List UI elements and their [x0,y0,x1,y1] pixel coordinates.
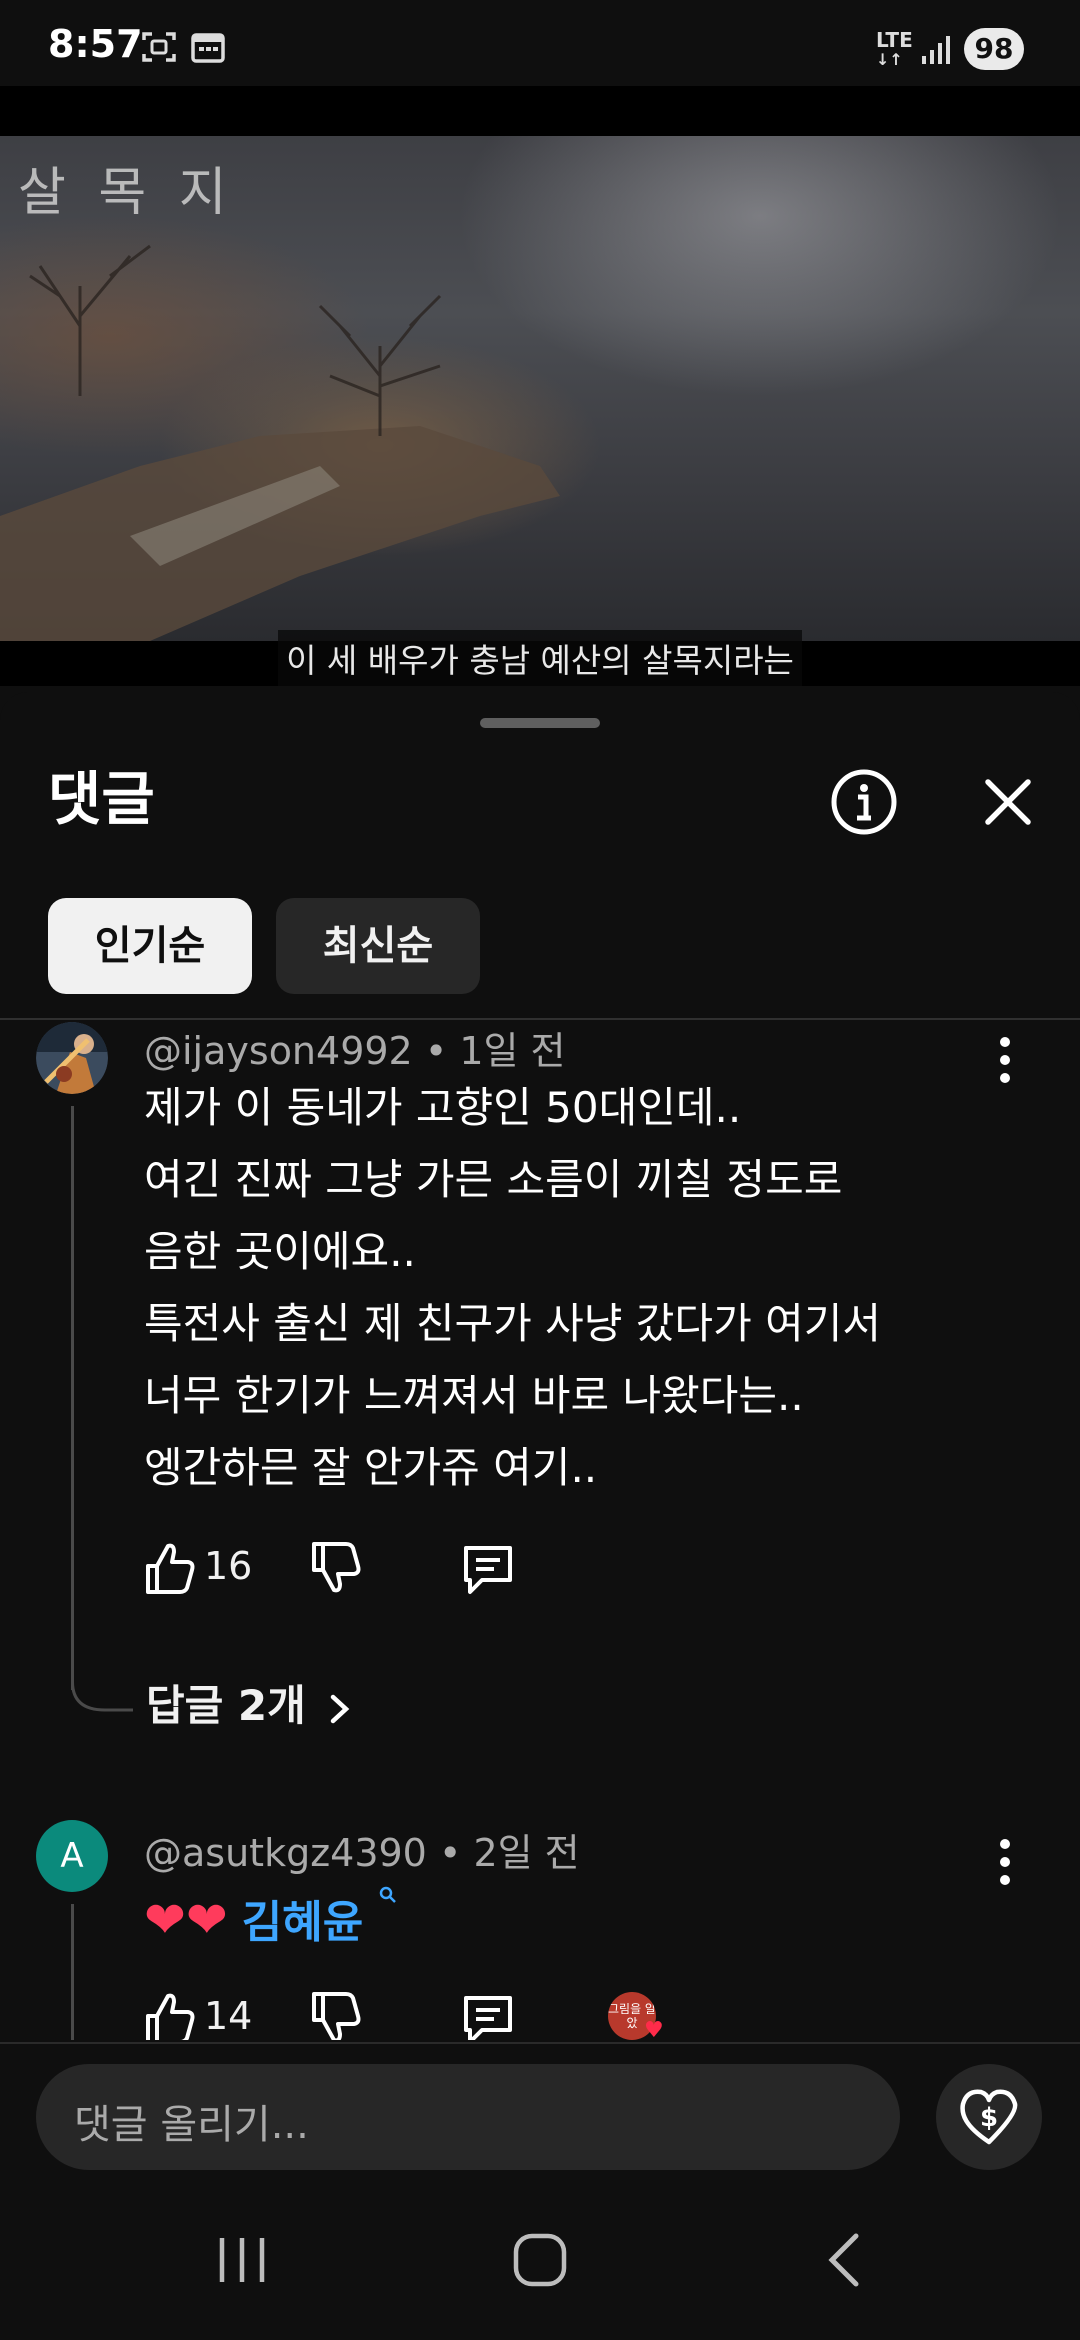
sort-chip-newest[interactable]: 최신순 [276,898,480,994]
like-count: 16 [204,1544,253,1588]
video-frame[interactable]: 살 목 지 이 세 배우가 충남 예산의 살목지라는 [0,136,1080,686]
reply-icon[interactable] [460,1536,516,1600]
recent-apps-icon[interactable] [202,2228,282,2292]
video-player[interactable]: 살 목 지 이 세 배우가 충남 예산의 살목지라는 [0,86,1080,686]
close-icon[interactable] [974,768,1042,836]
like-count: 14 [204,1994,253,2038]
divider [0,1018,1080,1020]
sort-chip-popular[interactable]: 인기순 [48,898,252,994]
super-thanks-button[interactable]: $ [936,2064,1042,2170]
view-replies-button[interactable]: 답글 2개 [146,1672,352,1733]
comment-meta: @asutkgz4390 • 2일 전 [144,1822,580,1877]
comment-actions: 14 그림을 알았 ♥ [144,1986,844,2040]
battery-icon: 98 [964,28,1024,70]
comment-meta: @ijayson4992 • 1일 전 [144,1022,566,1075]
reply-icon[interactable] [460,1986,516,2040]
lte-icon: LTE ↓↑ [876,28,913,69]
svg-text:$: $ [980,2103,998,2133]
comment-input[interactable]: 댓글 올리기... [36,2064,900,2170]
heart-dollar-icon: $ [960,2089,1018,2145]
avatar[interactable] [36,1022,108,1094]
calendar-icon [191,33,225,63]
comment-text: ❤❤ 김혜윤 [144,1886,397,1950]
thread-connector [71,1662,133,1712]
info-icon[interactable] [830,768,898,836]
status-bar: 8:57 LTE ↓↑ 98 [0,0,1080,86]
status-time: 8:57 [48,22,143,66]
mention-link[interactable]: 김혜윤 [242,1897,363,1948]
sheet-title: 댓글 [48,765,155,833]
like-icon[interactable] [144,1536,196,1600]
comment-input-area: 댓글 올리기... $ [0,2042,1080,2176]
comment-author[interactable]: @ijayson4992 [144,1029,413,1073]
video-title-overlay: 살 목 지 [18,163,235,223]
system-nav-bar [0,2176,1080,2340]
chevron-right-icon [331,1694,350,1723]
dislike-icon[interactable] [310,1536,362,1600]
comment-text: 제가 이 동네가 고향인 50대인데.. 여긴 진짜 그냥 가믄 소름이 끼칠 … [144,1083,881,1492]
more-vert-icon[interactable] [990,1030,1020,1090]
comment-time: • 1일 전 [424,1029,566,1073]
comment-actions: 16 [144,1536,844,1600]
more-vert-icon[interactable] [990,1832,1020,1892]
video-subtitle: 이 세 배우가 충남 예산의 살목지라는 [0,630,1080,686]
comment-input-placeholder: 댓글 올리기... [74,2102,309,2148]
comment-time: • 2일 전 [438,1831,580,1875]
thread-line [71,1106,74,1690]
drag-handle[interactable] [480,718,600,728]
screenshot-icon [142,32,176,62]
heart-emoji: ❤❤ [144,1891,228,1949]
comment-author[interactable]: @asutkgz4390 [144,1831,427,1875]
like-icon[interactable] [144,1986,196,2040]
avatar[interactable]: A [36,1820,108,1892]
dislike-icon[interactable] [310,1986,362,2040]
signal-icon [922,36,950,64]
search-icon [380,1886,397,1903]
thread-line [71,1904,74,2040]
back-icon[interactable] [806,2228,886,2292]
heart-icon: ♥ [644,2018,664,2041]
home-icon[interactable] [500,2228,580,2292]
comments-viewport[interactable]: @ijayson4992 • 1일 전 제가 이 동네가 고향인 50대인데..… [0,1022,1080,2040]
